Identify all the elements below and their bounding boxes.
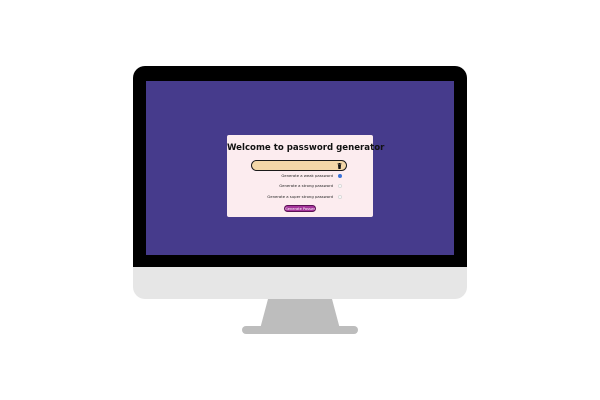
option-row-super-strong[interactable]: Generate a super strong password (227, 193, 373, 201)
password-output-field[interactable] (251, 160, 347, 171)
radio-strong[interactable] (338, 184, 342, 188)
option-row-strong[interactable]: Generate a strong password (227, 182, 373, 190)
radio-super-strong[interactable] (338, 195, 342, 199)
monitor-stand-base (242, 326, 358, 334)
option-label-weak: Generate a weak password (281, 173, 333, 178)
radio-weak[interactable] (338, 174, 342, 178)
generate-password-button[interactable]: Generate Password (284, 205, 316, 212)
option-label-strong: Generate a strong password (279, 183, 333, 188)
trash-icon[interactable] (337, 163, 342, 169)
option-label-super-strong: Generate a super strong password (267, 194, 333, 199)
monitor-stand-neck (260, 299, 340, 329)
page-title: Welcome to password generator (227, 143, 385, 153)
password-generator-card: Welcome to password generator Generate a… (227, 135, 385, 217)
option-row-weak[interactable]: Generate a weak password (227, 172, 373, 180)
